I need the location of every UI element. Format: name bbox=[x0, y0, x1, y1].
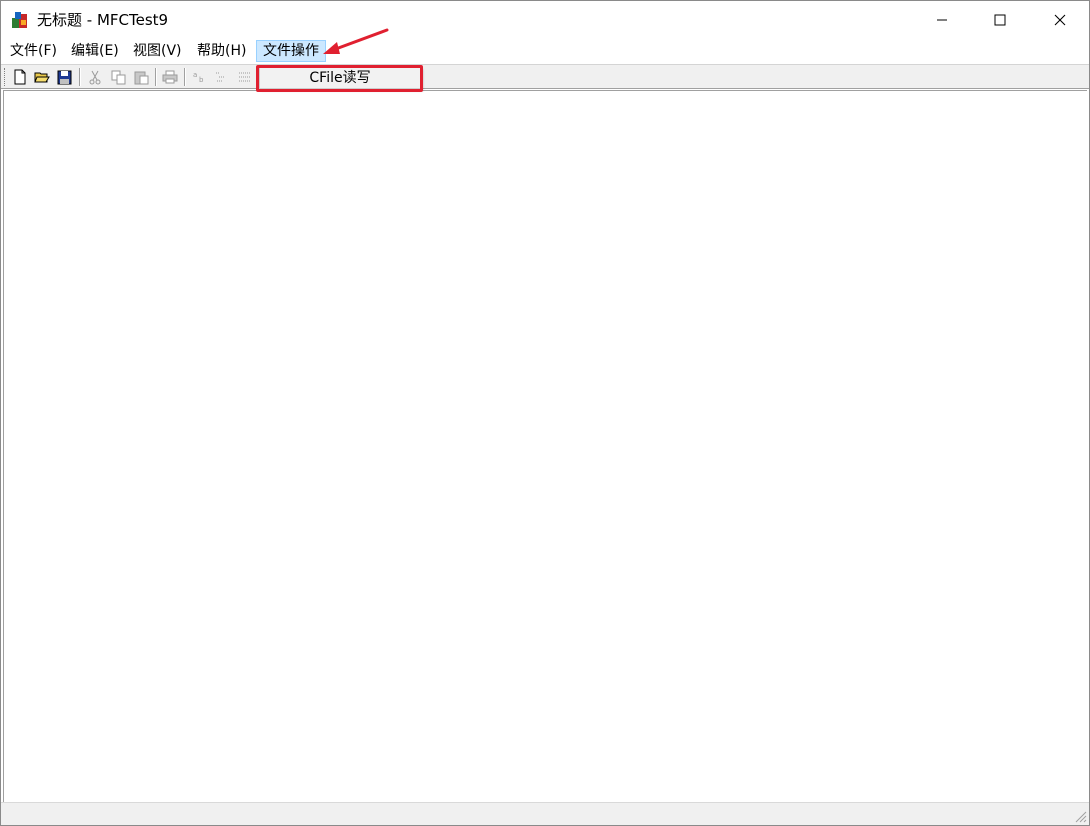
print-button[interactable] bbox=[161, 68, 179, 86]
new-icon bbox=[14, 69, 26, 85]
toolbar-grip[interactable] bbox=[4, 68, 7, 86]
minimize-button[interactable] bbox=[913, 1, 971, 39]
menu-file-ops[interactable]: 文件操作 bbox=[256, 40, 326, 62]
toolbar-separator bbox=[184, 68, 186, 86]
align-center-button[interactable] bbox=[213, 68, 231, 86]
align-right-icon bbox=[239, 72, 251, 82]
status-bar bbox=[1, 802, 1089, 825]
align-left-icon: ab bbox=[193, 71, 204, 84]
menu-item-cfile-read-write[interactable]: CFile读写 bbox=[262, 69, 418, 87]
toolbar: ab bbox=[1, 64, 1089, 89]
document-view[interactable] bbox=[3, 90, 1087, 802]
open-button[interactable] bbox=[33, 68, 51, 86]
resize-grip-icon[interactable] bbox=[1073, 809, 1087, 823]
title-bar[interactable]: 无标题 - MFCTest9 bbox=[1, 1, 1089, 39]
close-icon bbox=[1054, 14, 1066, 26]
paste-button[interactable] bbox=[132, 68, 150, 86]
menu-help[interactable]: 帮助(H) bbox=[195, 40, 248, 62]
align-left-button[interactable]: ab bbox=[190, 68, 208, 86]
print-icon bbox=[162, 70, 178, 84]
menu-edit[interactable]: 编辑(E) bbox=[69, 40, 121, 62]
toolbar-separator bbox=[79, 68, 81, 86]
maximize-icon bbox=[994, 14, 1006, 26]
menu-bar: 文件(F) 编辑(E) 视图(V) 帮助(H) 文件操作 bbox=[1, 39, 1089, 63]
svg-text:b: b bbox=[199, 76, 204, 84]
save-icon bbox=[57, 70, 71, 84]
align-right-button[interactable] bbox=[236, 68, 254, 86]
maximize-button[interactable] bbox=[971, 1, 1029, 39]
close-button[interactable] bbox=[1031, 1, 1089, 39]
menu-file[interactable]: 文件(F) bbox=[8, 40, 59, 62]
cut-button[interactable] bbox=[86, 68, 104, 86]
cut-icon bbox=[89, 70, 101, 84]
annotation-arrow-icon bbox=[323, 28, 389, 54]
align-center-icon bbox=[216, 72, 224, 82]
menu-view[interactable]: 视图(V) bbox=[131, 40, 184, 62]
toolbar-separator bbox=[155, 68, 157, 86]
paste-icon bbox=[134, 71, 148, 84]
save-button[interactable] bbox=[55, 68, 73, 86]
app-icon bbox=[12, 12, 27, 28]
minimize-icon bbox=[937, 19, 947, 21]
app-window: 无标题 - MFCTest9 文件(F) 编辑(E) 视图(V) 帮助(H) 文… bbox=[0, 0, 1090, 826]
file-ops-dropdown: CFile读写 bbox=[259, 67, 421, 89]
copy-icon bbox=[111, 70, 125, 84]
window-title: 无标题 - MFCTest9 bbox=[37, 11, 169, 29]
copy-button[interactable] bbox=[109, 68, 127, 86]
svg-text:a: a bbox=[193, 71, 197, 79]
open-icon bbox=[34, 72, 50, 83]
new-button[interactable] bbox=[11, 68, 29, 86]
